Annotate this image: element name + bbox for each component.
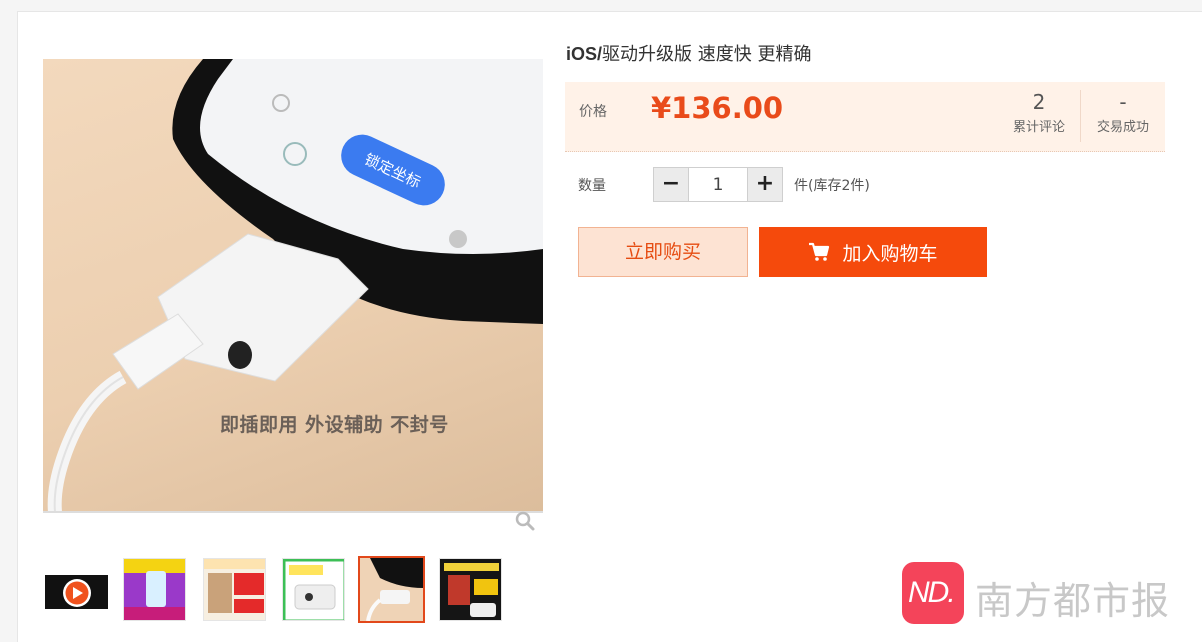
quantity-decrease-button[interactable]: − (654, 168, 688, 201)
stock-info: 件(库存2件) (794, 178, 870, 194)
quantity-stepper: − + (653, 167, 783, 202)
watermark-logo: ND. (902, 562, 964, 624)
search-zoom-icon[interactable] (514, 510, 536, 532)
thumbnail-2[interactable] (123, 558, 186, 621)
stat-divider (1080, 90, 1081, 142)
thumbnail-4[interactable] (282, 558, 345, 621)
product-title-brand: iOS/ (566, 44, 603, 64)
product-title-text: 驱动升级版 速度快 更精确 (602, 44, 812, 65)
image-divider (43, 511, 543, 513)
main-product-image[interactable]: 锁定坐标 即插即用 外设辅助 不封号 (43, 59, 543, 512)
product-title: iOS/驱动升级版 速度快 更精确 (566, 40, 811, 66)
quantity-increase-button[interactable]: + (748, 168, 782, 201)
add-to-cart-label: 加入购物车 (842, 242, 938, 265)
reviews-label: 累计评论 (1012, 120, 1065, 135)
trades-label: 交易成功 (1096, 120, 1149, 135)
trades-count: - (1119, 90, 1127, 114)
quantity-input[interactable] (688, 168, 748, 201)
thumbnail-6[interactable] (439, 558, 502, 621)
price-label: 价格 (579, 104, 607, 120)
reviews-count: 2 (1032, 90, 1046, 114)
thumbnail-5[interactable] (358, 556, 425, 623)
watermark-text: 南方都市报 (975, 579, 1171, 623)
trades-stat: - 交易成功 (1092, 90, 1154, 135)
add-to-cart-button[interactable]: 加入购物车 (759, 227, 987, 277)
video-thumbnail[interactable] (45, 558, 108, 621)
cart-icon (809, 242, 830, 261)
play-icon (45, 575, 108, 609)
buy-now-button[interactable]: 立即购买 (578, 227, 748, 277)
price-box: 价格 ¥136.00 2 累计评论 - 交易成功 (565, 82, 1165, 152)
quantity-label: 数量 (578, 178, 606, 194)
image-slogan: 即插即用 外设辅助 不封号 (220, 414, 449, 436)
price-value: ¥136.00 (651, 91, 784, 125)
reviews-stat[interactable]: 2 累计评论 (1008, 90, 1070, 135)
thumbnail-3[interactable] (203, 558, 266, 621)
watermark-logo-text: ND. (908, 576, 956, 609)
product-photo-illustration: 锁定坐标 (47, 59, 543, 512)
